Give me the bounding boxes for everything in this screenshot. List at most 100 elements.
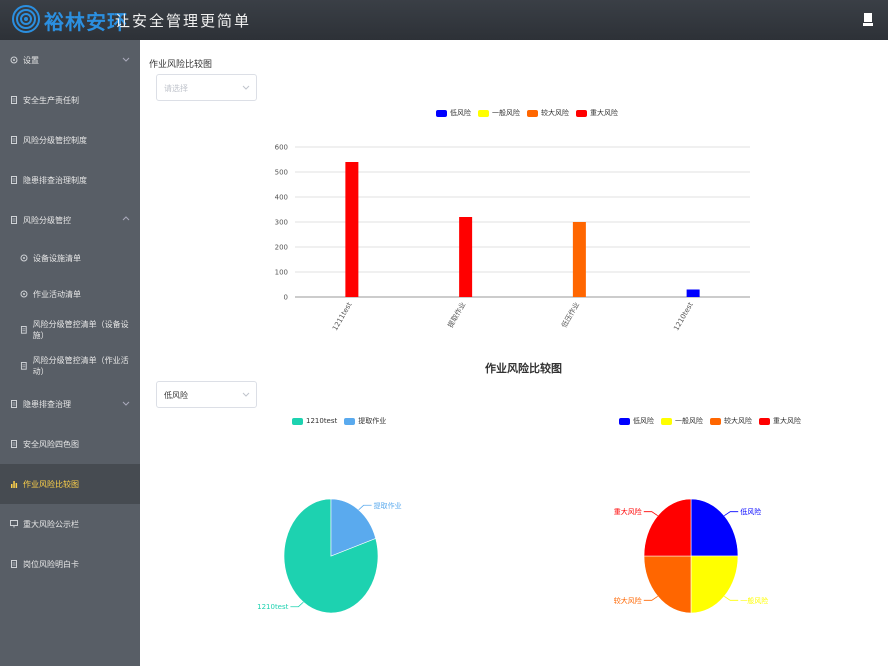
main-content: 作业风险比较图 请选择 低风险 一般风险 较大风险 重大风险 0 100 200 300 40… — [140, 40, 888, 666]
sidebar-item[interactable]: 安全风险四色图 — [0, 424, 140, 464]
pie-label: 1210test — [257, 603, 289, 611]
gear-icon — [20, 254, 28, 262]
pie-label-line — [724, 511, 739, 517]
legend-swatch — [661, 417, 672, 425]
sidebar-item[interactable]: 隐患排查治理制度 — [0, 160, 140, 200]
pie2-legend: 低风险 一般风险 较大风险 重大风险 — [619, 416, 801, 426]
sidebar-item[interactable]: 岗位风险明白卡 — [0, 544, 140, 584]
sidebar-item-label: 设备设施清单 — [33, 253, 81, 263]
sidebar-item[interactable]: 设置 — [0, 40, 140, 80]
pie-label: 较大风险 — [614, 596, 642, 605]
bar[interactable] — [572, 222, 586, 297]
sidebar-item[interactable]: 风险分级管控制度 — [0, 120, 140, 160]
legend-swatch — [478, 109, 489, 117]
sidebar-item-label: 隐患排查治理制度 — [23, 175, 87, 185]
pie-slice[interactable] — [690, 555, 739, 614]
sidebar-item[interactable]: 作业活动清单 — [0, 276, 140, 312]
document-icon — [10, 400, 18, 408]
sidebar-item[interactable]: 重大风险公示栏 — [0, 504, 140, 544]
user-icon[interactable] — [863, 13, 873, 26]
logo-icon — [12, 5, 40, 33]
legend-label: 重大风险 — [773, 417, 801, 425]
y-tick-label: 500 — [275, 169, 288, 177]
legend-item[interactable]: 较大风险 — [527, 108, 569, 118]
sidebar-item-label: 作业风险比较图 — [23, 479, 79, 489]
bar[interactable] — [686, 289, 700, 298]
legend-label: 一般风险 — [492, 109, 520, 117]
legend-swatch — [576, 109, 587, 117]
legend-item[interactable]: 一般风险 — [478, 108, 520, 118]
pie-label: 低风险 — [740, 507, 761, 516]
document-icon — [20, 362, 28, 370]
pie-label-line — [290, 601, 304, 608]
y-tick-label: 0 — [284, 294, 288, 302]
bar[interactable] — [345, 162, 359, 297]
bar-chart-icon — [10, 480, 18, 488]
sidebar-item[interactable]: 作业风险比较图 — [0, 464, 140, 504]
chart-title: 作业风险比较图 — [485, 362, 562, 375]
document-icon — [10, 560, 18, 568]
legend-label: 一般风险 — [675, 417, 703, 425]
sidebar-item[interactable]: 安全生产责任制 — [0, 80, 140, 120]
x-tick-label: 低压作业 — [559, 301, 581, 330]
x-tick-label: 1210test — [672, 301, 695, 332]
legend-item[interactable]: 一般风险 — [661, 416, 703, 426]
legend-item[interactable]: 重大风险 — [576, 108, 618, 118]
gear-icon — [20, 290, 28, 298]
legend-label: 低风险 — [633, 417, 654, 425]
sidebar-item-label: 风险分级管控清单（作业活动） — [32, 356, 129, 376]
legend-swatch — [344, 417, 356, 425]
legend-swatch — [527, 109, 538, 117]
pie-label-line — [724, 595, 739, 601]
document-icon — [10, 216, 18, 224]
monitor-icon — [10, 520, 18, 528]
document-icon — [10, 440, 18, 448]
bar[interactable] — [459, 217, 473, 297]
legend-item[interactable]: 低风险 — [619, 416, 654, 426]
pie-slice[interactable] — [690, 498, 739, 557]
sidebar-item-label: 重大风险公示栏 — [23, 519, 79, 529]
sidebar-item-label: 设置 — [23, 55, 39, 65]
bar-chart: 0 100 200 300 400 500 600 1211test 提取作业 低压作业 1210t… — [275, 144, 750, 332]
bar-chart-legend: 低风险 一般风险 较大风险 重大风险 — [436, 108, 618, 118]
legend-item[interactable]: 提取作业 — [344, 416, 386, 426]
legend-label: 1210test — [306, 417, 338, 425]
sidebar-item[interactable]: 设备设施清单 — [0, 240, 140, 276]
document-icon — [10, 136, 18, 144]
sidebar-item-label: 风险分级管控制度 — [23, 135, 87, 145]
sidebar-item-label: 岗位风险明白卡 — [23, 559, 79, 569]
sidebar-item[interactable]: 隐患排查治理 — [0, 384, 140, 424]
chevron-down-icon — [242, 85, 250, 90]
legend-swatch — [619, 417, 630, 425]
sidebar-item-label: 作业活动清单 — [33, 289, 81, 299]
legend-item[interactable]: 低风险 — [436, 108, 471, 118]
y-tick-label: 600 — [275, 144, 288, 152]
pie-label-line — [358, 504, 372, 511]
pie-chart-risk-levels: 低风险一般风险 较大风险 重大风险 — [614, 498, 768, 614]
pie-slice[interactable] — [643, 555, 692, 614]
legend-label: 较大风险 — [541, 109, 569, 117]
risk-level-select[interactable]: 低风险 — [156, 381, 257, 408]
pie-label-line — [643, 595, 658, 601]
pie-label-line — [643, 511, 658, 517]
legend-swatch — [710, 417, 721, 425]
gear-icon — [10, 56, 18, 64]
legend-label: 较大风险 — [724, 417, 752, 425]
legend-item[interactable]: 较大风险 — [710, 416, 752, 426]
sidebar-item[interactable]: 风险分级管控清单（作业活动） — [0, 348, 140, 384]
legend-item[interactable]: 1210test — [292, 417, 337, 425]
chevron-down-icon — [122, 55, 130, 63]
sidebar-item[interactable]: 风险分级管控 — [0, 200, 140, 240]
sidebar-item[interactable]: 风险分级管控清单（设备设施） — [0, 312, 140, 348]
y-tick-label: 100 — [275, 269, 288, 277]
pie-slice[interactable] — [643, 498, 692, 557]
legend-swatch — [759, 417, 770, 425]
legend-item[interactable]: 重大风险 — [759, 416, 801, 426]
activity-select[interactable]: 请选择 — [156, 74, 257, 101]
pie-chart-activities: 1210test 提取作业 — [257, 498, 402, 614]
top-header: 裕林安环 让安全管理更简单 — [0, 0, 888, 40]
y-tick-label: 300 — [275, 219, 288, 227]
chevron-down-icon — [122, 399, 130, 407]
legend-swatch — [436, 109, 447, 117]
select-placeholder: 请选择 — [164, 84, 188, 93]
